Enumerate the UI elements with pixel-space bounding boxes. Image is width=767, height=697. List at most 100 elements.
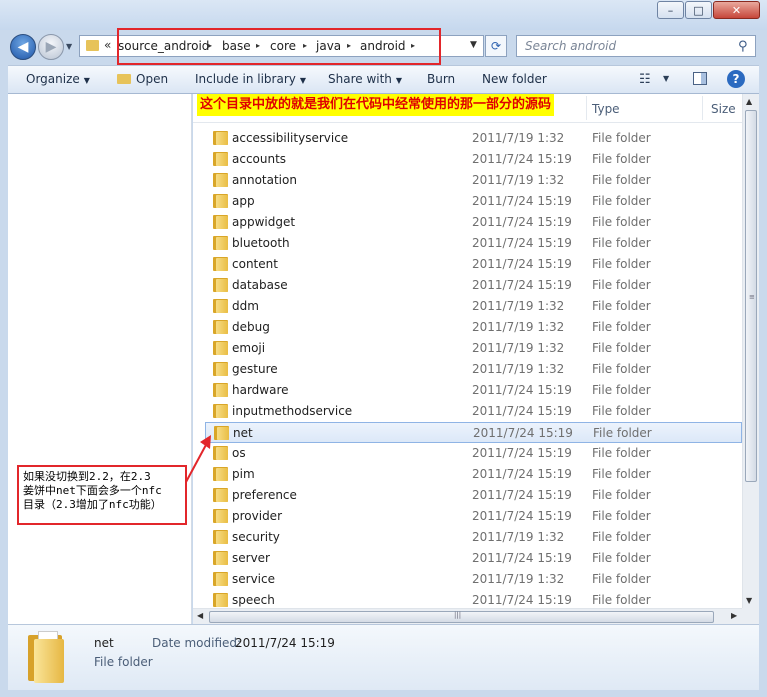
navigation-pane[interactable] [8, 94, 192, 624]
close-button[interactable]: ✕ [713, 1, 760, 19]
file-name: hardware [232, 383, 289, 397]
open-button[interactable]: Open [117, 72, 168, 86]
file-name: security [232, 530, 280, 544]
view-dropdown-icon[interactable]: ▼ [663, 74, 669, 83]
file-row[interactable]: content 2011/7/24 15:19 File folder [205, 254, 742, 275]
column-header-size[interactable]: Size [711, 102, 736, 116]
folder-icon [213, 194, 228, 208]
organize-menu[interactable]: Organize ▼ [26, 72, 90, 86]
scroll-grip-icon: ≡ [749, 293, 755, 301]
file-type: File folder [592, 236, 651, 250]
file-type: File folder [592, 467, 651, 481]
file-row[interactable]: bluetooth 2011/7/24 15:19 File folder [205, 233, 742, 254]
details-pane: net File folder Date modified: 2011/7/24… [8, 624, 759, 690]
details-date-value: 2011/7/24 15:19 [235, 636, 335, 650]
column-divider[interactable] [702, 96, 703, 120]
folder-icon [213, 173, 228, 187]
details-name: net [94, 636, 114, 650]
callout-line: 目录（2.3增加了nfc功能） [23, 498, 162, 511]
file-row[interactable]: security 2011/7/19 1:32 File folder [205, 527, 742, 548]
file-date-modified: 2011/7/24 15:19 [472, 215, 572, 229]
file-type: File folder [592, 572, 651, 586]
file-type: File folder [592, 404, 651, 418]
file-date-modified: 2011/7/24 15:19 [472, 257, 572, 271]
file-row[interactable]: preference 2011/7/24 15:19 File folder [205, 485, 742, 506]
open-folder-icon [117, 74, 131, 84]
help-icon[interactable]: ? [727, 70, 745, 88]
command-bar: Organize ▼ Open Include in library ▼ Share… [8, 65, 759, 94]
horizontal-scrollbar[interactable]: ◀ ||| ▶ [193, 608, 742, 624]
file-row[interactable]: gesture 2011/7/19 1:32 File folder [205, 359, 742, 380]
file-name: os [232, 446, 246, 460]
file-row[interactable]: provider 2011/7/24 15:19 File folder [205, 506, 742, 527]
search-input[interactable]: Search android ⚲ [516, 35, 756, 57]
forward-button[interactable]: ▶ [38, 34, 64, 60]
file-row[interactable]: accessibilityservice 2011/7/19 1:32 File f… [205, 128, 742, 149]
preview-pane-icon[interactable] [693, 72, 707, 85]
minimize-button[interactable]: – [657, 1, 684, 19]
file-row[interactable]: debug 2011/7/19 1:32 File folder [205, 317, 742, 338]
new-folder-button[interactable]: New folder [482, 72, 547, 86]
file-row[interactable]: os 2011/7/24 15:19 File folder [205, 443, 742, 464]
file-date-modified: 2011/7/24 15:19 [472, 194, 572, 208]
annotation-highlight-box [117, 28, 441, 65]
folder-icon [213, 446, 228, 460]
file-row[interactable]: accounts 2011/7/24 15:19 File folder [205, 149, 742, 170]
column-header-type[interactable]: Type [592, 102, 620, 116]
scroll-down-icon[interactable]: ▼ [746, 596, 752, 605]
scroll-grip-icon: ||| [454, 611, 462, 619]
recent-pages-dropdown[interactable]: ▼ [66, 42, 76, 52]
file-type: File folder [592, 341, 651, 355]
file-type: File folder [592, 509, 651, 523]
file-date-modified: 2011/7/24 15:19 [472, 488, 572, 502]
file-type: File folder [592, 194, 651, 208]
folder-icon [213, 152, 228, 166]
column-divider[interactable] [586, 96, 587, 120]
file-name: ddm [232, 299, 259, 313]
vertical-scrollbar[interactable]: ▲ ≡ ▼ [742, 94, 759, 608]
file-date-modified: 2011/7/19 1:32 [472, 530, 565, 544]
include-in-library-menu[interactable]: Include in library ▼ [195, 72, 306, 86]
file-name: app [232, 194, 255, 208]
file-row[interactable]: ddm 2011/7/19 1:32 File folder [205, 296, 742, 317]
file-row[interactable]: pim 2011/7/24 15:19 File folder [205, 464, 742, 485]
file-name: bluetooth [232, 236, 290, 250]
view-options-icon[interactable]: ☷ [639, 72, 651, 87]
folder-icon [86, 40, 99, 51]
file-row[interactable]: appwidget 2011/7/24 15:19 File folder [205, 212, 742, 233]
file-date-modified: 2011/7/19 1:32 [472, 362, 565, 376]
file-row[interactable]: inputmethodservice 2011/7/24 15:19 File fo… [205, 401, 742, 422]
maximize-button[interactable]: □ [685, 1, 712, 19]
file-row[interactable]: emoji 2011/7/19 1:32 File folder [205, 338, 742, 359]
overflow-chevron[interactable]: « [104, 38, 111, 52]
folder-icon [213, 488, 228, 502]
file-row[interactable]: database 2011/7/24 15:19 File folder [205, 275, 742, 296]
file-row[interactable]: app 2011/7/24 15:19 File folder [205, 191, 742, 212]
folder-icon [213, 236, 228, 250]
file-row[interactable]: server 2011/7/24 15:19 File folder [205, 548, 742, 569]
file-row[interactable]: service 2011/7/19 1:32 File folder [205, 569, 742, 590]
scroll-right-icon[interactable]: ▶ [731, 611, 737, 620]
file-name: appwidget [232, 215, 296, 229]
file-name: content [232, 257, 278, 271]
search-icon[interactable]: ⚲ [738, 39, 748, 54]
scroll-left-icon[interactable]: ◀ [197, 611, 203, 620]
address-dropdown-icon[interactable]: ▼ [470, 40, 477, 50]
file-row[interactable]: annotation 2011/7/19 1:32 File folder [205, 170, 742, 191]
file-row[interactable]: hardware 2011/7/24 15:19 File folder [205, 380, 742, 401]
file-date-modified: 2011/7/19 1:32 [472, 173, 565, 187]
file-row[interactable]: net 2011/7/24 15:19 File folder [205, 422, 742, 443]
back-button[interactable]: ◀ [10, 34, 36, 60]
callout-line: 如果没切换到2.2，在2.3 [23, 470, 151, 483]
vertical-scroll-thumb[interactable]: ≡ [745, 110, 757, 482]
share-with-menu[interactable]: Share with ▼ [328, 72, 402, 86]
burn-button[interactable]: Burn [427, 72, 455, 86]
file-name: speech [232, 593, 275, 607]
file-name: database [232, 278, 288, 292]
file-name: gesture [232, 362, 278, 376]
file-type: File folder [592, 215, 651, 229]
scroll-up-icon[interactable]: ▲ [746, 97, 752, 106]
refresh-button[interactable]: ⟳ [485, 35, 507, 57]
file-type: File folder [592, 530, 651, 544]
horizontal-scroll-thumb[interactable]: ||| [209, 611, 714, 623]
